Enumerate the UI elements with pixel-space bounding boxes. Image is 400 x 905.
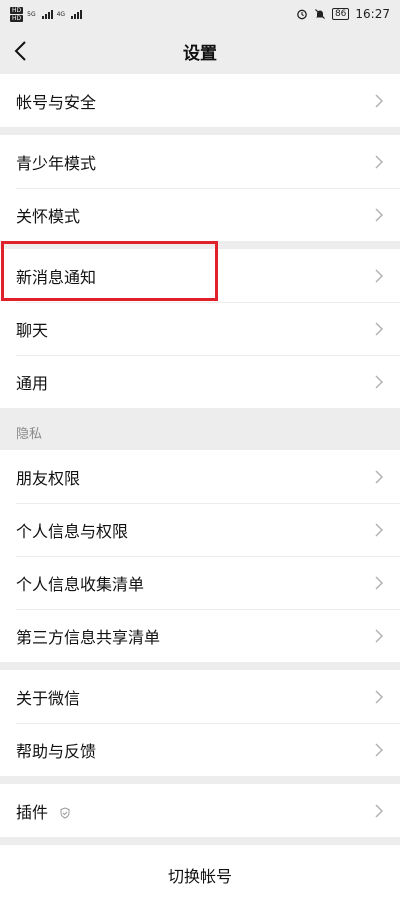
settings-item-label: 通用 bbox=[16, 373, 49, 393]
settings-item-third-party-sharing[interactable]: 第三方信息共享清单 bbox=[0, 609, 400, 662]
privacy-group: 朋友权限 个人信息与权限 个人信息收集清单 第三方信息共享清单 bbox=[0, 450, 400, 662]
group-divider bbox=[0, 127, 400, 135]
chevron-right-icon bbox=[375, 93, 384, 108]
settings-item-label: 第三方信息共享清单 bbox=[16, 627, 161, 647]
group-divider bbox=[0, 837, 400, 845]
settings-item-account-security[interactable]: 帐号与安全 bbox=[0, 74, 400, 127]
chevron-right-icon bbox=[375, 522, 384, 537]
settings-item-general[interactable]: 通用 bbox=[0, 355, 400, 408]
settings-item-label: 新消息通知 bbox=[16, 267, 97, 287]
chevron-right-icon bbox=[375, 207, 384, 222]
settings-item-personal-info-permissions[interactable]: 个人信息与权限 bbox=[0, 503, 400, 556]
page-title: 设置 bbox=[183, 43, 217, 64]
settings-item-new-message-notifications[interactable]: 新消息通知 bbox=[0, 249, 400, 302]
battery-indicator: 86 bbox=[331, 8, 350, 20]
section-label-privacy: 隐私 bbox=[16, 426, 43, 442]
hd-indicator: HD bbox=[10, 14, 24, 22]
settings-item-teen-mode[interactable]: 青少年模式 bbox=[0, 135, 400, 188]
signal-icon bbox=[71, 9, 83, 19]
settings-item-label: 青少年模式 bbox=[16, 153, 97, 173]
chevron-right-icon bbox=[375, 628, 384, 643]
status-bar: HD HD 5G 4G 86 16:27 bbox=[0, 0, 400, 28]
settings-item-care-mode[interactable]: 关怀模式 bbox=[0, 188, 400, 241]
chevron-right-icon bbox=[375, 803, 384, 818]
settings-item-label: 朋友权限 bbox=[16, 468, 81, 488]
account-group: 帐号与安全 bbox=[0, 74, 400, 127]
settings-item-label-wrap: 插件 bbox=[16, 799, 374, 823]
settings-item-label: 个人信息收集清单 bbox=[16, 574, 145, 594]
group-divider bbox=[0, 662, 400, 670]
group-divider bbox=[0, 776, 400, 784]
settings-item-help-feedback[interactable]: 帮助与反馈 bbox=[0, 723, 400, 776]
about-group: 关于微信 帮助与反馈 bbox=[0, 670, 400, 776]
hd-indicator: HD bbox=[10, 6, 24, 14]
settings-item-personal-info-collected[interactable]: 个人信息收集清单 bbox=[0, 556, 400, 609]
back-arrow-icon[interactable] bbox=[12, 40, 30, 62]
mute-bell-icon bbox=[315, 9, 325, 19]
chevron-right-icon bbox=[375, 374, 384, 389]
settings-item-plugins[interactable]: 插件 bbox=[0, 784, 400, 837]
alarm-icon bbox=[297, 9, 307, 20]
group-divider bbox=[0, 241, 400, 249]
settings-item-chats[interactable]: 聊天 bbox=[0, 302, 400, 355]
network-type-label: 4G bbox=[56, 10, 66, 18]
settings-item-label: 关于微信 bbox=[16, 688, 81, 708]
title-bar: 设置 bbox=[0, 28, 400, 74]
plugins-group: 插件 bbox=[0, 784, 400, 837]
settings-item-label: 帐号与安全 bbox=[16, 92, 97, 112]
clock: 16:27 bbox=[355, 7, 390, 21]
chevron-right-icon bbox=[375, 469, 384, 484]
settings-item-label: 个人信息与权限 bbox=[16, 521, 129, 541]
chevron-right-icon bbox=[375, 321, 384, 336]
settings-item-label: 帮助与反馈 bbox=[16, 741, 97, 761]
settings-item-label: 聊天 bbox=[16, 320, 49, 340]
shield-check-icon bbox=[60, 807, 70, 819]
signal-icon bbox=[41, 9, 53, 19]
settings-item-about-wechat[interactable]: 关于微信 bbox=[0, 670, 400, 723]
settings-item-label: 插件 bbox=[16, 802, 49, 822]
chevron-right-icon bbox=[375, 575, 384, 590]
hd-indicators: HD HD bbox=[10, 6, 24, 22]
status-left: HD HD 5G 4G bbox=[10, 6, 83, 22]
settings-item-label: 关怀模式 bbox=[16, 206, 81, 226]
network-type-label: 5G bbox=[27, 10, 36, 18]
chevron-right-icon bbox=[375, 268, 384, 283]
chevron-right-icon bbox=[375, 742, 384, 757]
chevron-right-icon bbox=[375, 154, 384, 169]
chevron-right-icon bbox=[375, 689, 384, 704]
modes-group: 青少年模式 关怀模式 bbox=[0, 135, 400, 241]
switch-account-button[interactable]: 切换帐号 bbox=[0, 845, 400, 905]
status-right: 86 16:27 bbox=[296, 7, 390, 21]
general-group: 新消息通知 聊天 通用 bbox=[0, 249, 400, 408]
settings-item-friend-permissions[interactable]: 朋友权限 bbox=[0, 450, 400, 503]
